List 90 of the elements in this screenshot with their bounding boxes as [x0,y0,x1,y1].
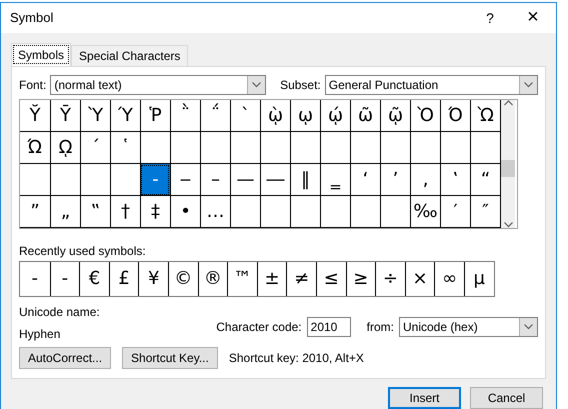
symbol-cell[interactable]: ‒ [170,164,200,196]
symbol-cell[interactable]: ‟ [80,196,110,228]
symbol-cell[interactable]: ´ [80,132,110,164]
from-label: from: [366,320,394,334]
symbol-cell[interactable]: „ [50,196,80,228]
symbol-cell[interactable]: ‰ [410,196,440,228]
symbol-cell[interactable]: ‐ [140,164,170,196]
symbol-cell[interactable]: ῲ [260,100,290,132]
chevron-down-icon [504,222,512,228]
symbol-cell[interactable]: ― [260,164,290,196]
scrollbar-thumb[interactable] [501,160,515,177]
empty-cell[interactable] [230,196,260,228]
chevron-down-icon [524,324,533,330]
chevron-up-icon [504,100,512,106]
symbol-cell[interactable]: ‘ [350,164,380,196]
empty-cell[interactable] [410,132,440,164]
empty-cell[interactable] [80,164,110,196]
scrollbar[interactable] [501,100,515,228]
symbol-cell[interactable]: ‛ [440,164,470,196]
symbol-cell[interactable]: ‚ [410,164,440,196]
empty-cell[interactable] [380,132,410,164]
symbol-cell[interactable]: ‡ [140,196,170,228]
symbol-cell[interactable]: ῶ [350,100,380,132]
symbol-cell[interactable]: ′ [440,196,470,228]
tab[interactable]: Special Characters [71,44,188,66]
symbol-cell[interactable]: … [200,196,230,228]
empty-cell[interactable] [440,132,470,164]
empty-cell[interactable] [350,132,380,164]
window-title: Symbol [10,10,54,26]
symbol-cell[interactable]: ″ [470,196,500,228]
symbol-cell[interactable]: † [110,196,140,228]
shortcut-key-button[interactable]: Shortcut Key... [122,346,218,369]
symbol-cell[interactable]: • [170,196,200,228]
autocorrect-button[interactable]: AutoCorrect... [19,346,112,369]
subset-dropdown[interactable]: General Punctuation [324,74,538,95]
font-label: Font: [19,78,46,92]
symbol-cell[interactable]: ’ [380,164,410,196]
empty-cell[interactable] [350,196,380,228]
symbol-cell[interactable]: ῳ [290,100,320,132]
symbol-cell[interactable]: ” [20,196,50,228]
recent-symbols-label: Recently used symbols: [19,244,147,258]
close-button[interactable]: × [510,6,556,30]
empty-cell[interactable] [200,132,230,164]
empty-cell[interactable] [260,132,290,164]
symbol-cell[interactable]: ΅ [200,100,230,132]
character-code-label: Character code: [216,320,302,334]
empty-cell[interactable] [290,196,320,228]
dialog-button[interactable]: Insert [388,387,461,409]
recent-symbol[interactable]: - [20,262,50,296]
chevron-down-icon [524,82,534,88]
dialog-button[interactable]: Cancel [470,387,543,409]
symbol-cell[interactable]: Ῠ [20,100,50,132]
symbol-cell[interactable]: Ὼ [470,100,500,132]
empty-cell[interactable] [230,132,260,164]
symbol-cell[interactable]: ‗ [320,164,350,196]
unicode-name-value: Hyphen [19,326,62,341]
symbol-cell[interactable]: — [230,164,260,196]
symbol-cell[interactable]: ‖ [290,164,320,196]
empty-cell[interactable] [380,196,410,228]
symbol-cell[interactable]: “ [470,164,500,196]
subset-label: Subset: [280,78,321,92]
symbol-cell[interactable]: Ὺ [80,100,110,132]
empty-cell[interactable] [320,132,350,164]
empty-cell[interactable] [260,196,290,228]
symbol-cell[interactable]: Ώ [20,132,50,164]
symbol-cell[interactable]: ` [230,100,260,132]
chevron-down-icon [252,82,262,88]
font-dropdown[interactable]: (normal text) [50,74,266,95]
character-code-field[interactable]: 2010 [306,316,351,337]
help-button[interactable]: ? [470,10,510,26]
symbol-cell[interactable]: ῷ [380,100,410,132]
symbol-cell[interactable]: Ό [440,100,470,132]
symbol-cell[interactable]: ῼ [50,132,80,164]
empty-cell[interactable] [320,196,350,228]
shortcut-key-text: Shortcut key: 2010, Alt+X [228,350,364,365]
tab[interactable]: Symbols [11,42,72,66]
empty-cell[interactable] [170,132,200,164]
symbol-cell[interactable]: Ῡ [50,100,80,132]
symbol-cell[interactable]: ῾ [110,132,140,164]
symbol-cell[interactable]: Ὸ [410,100,440,132]
from-dropdown[interactable]: Unicode (hex) [399,316,538,337]
symbol-cell[interactable]: ῭ [170,100,200,132]
symbol-cell[interactable]: Ύ [110,100,140,132]
empty-cell[interactable] [50,164,80,196]
symbol-cell[interactable]: – [200,164,230,196]
empty-cell[interactable] [290,132,320,164]
empty-cell[interactable] [470,132,500,164]
unicode-name-label: Unicode name: [19,304,101,319]
symbol-cell[interactable]: ῴ [320,100,350,132]
symbol-cell[interactable]: Ῥ [140,100,170,132]
